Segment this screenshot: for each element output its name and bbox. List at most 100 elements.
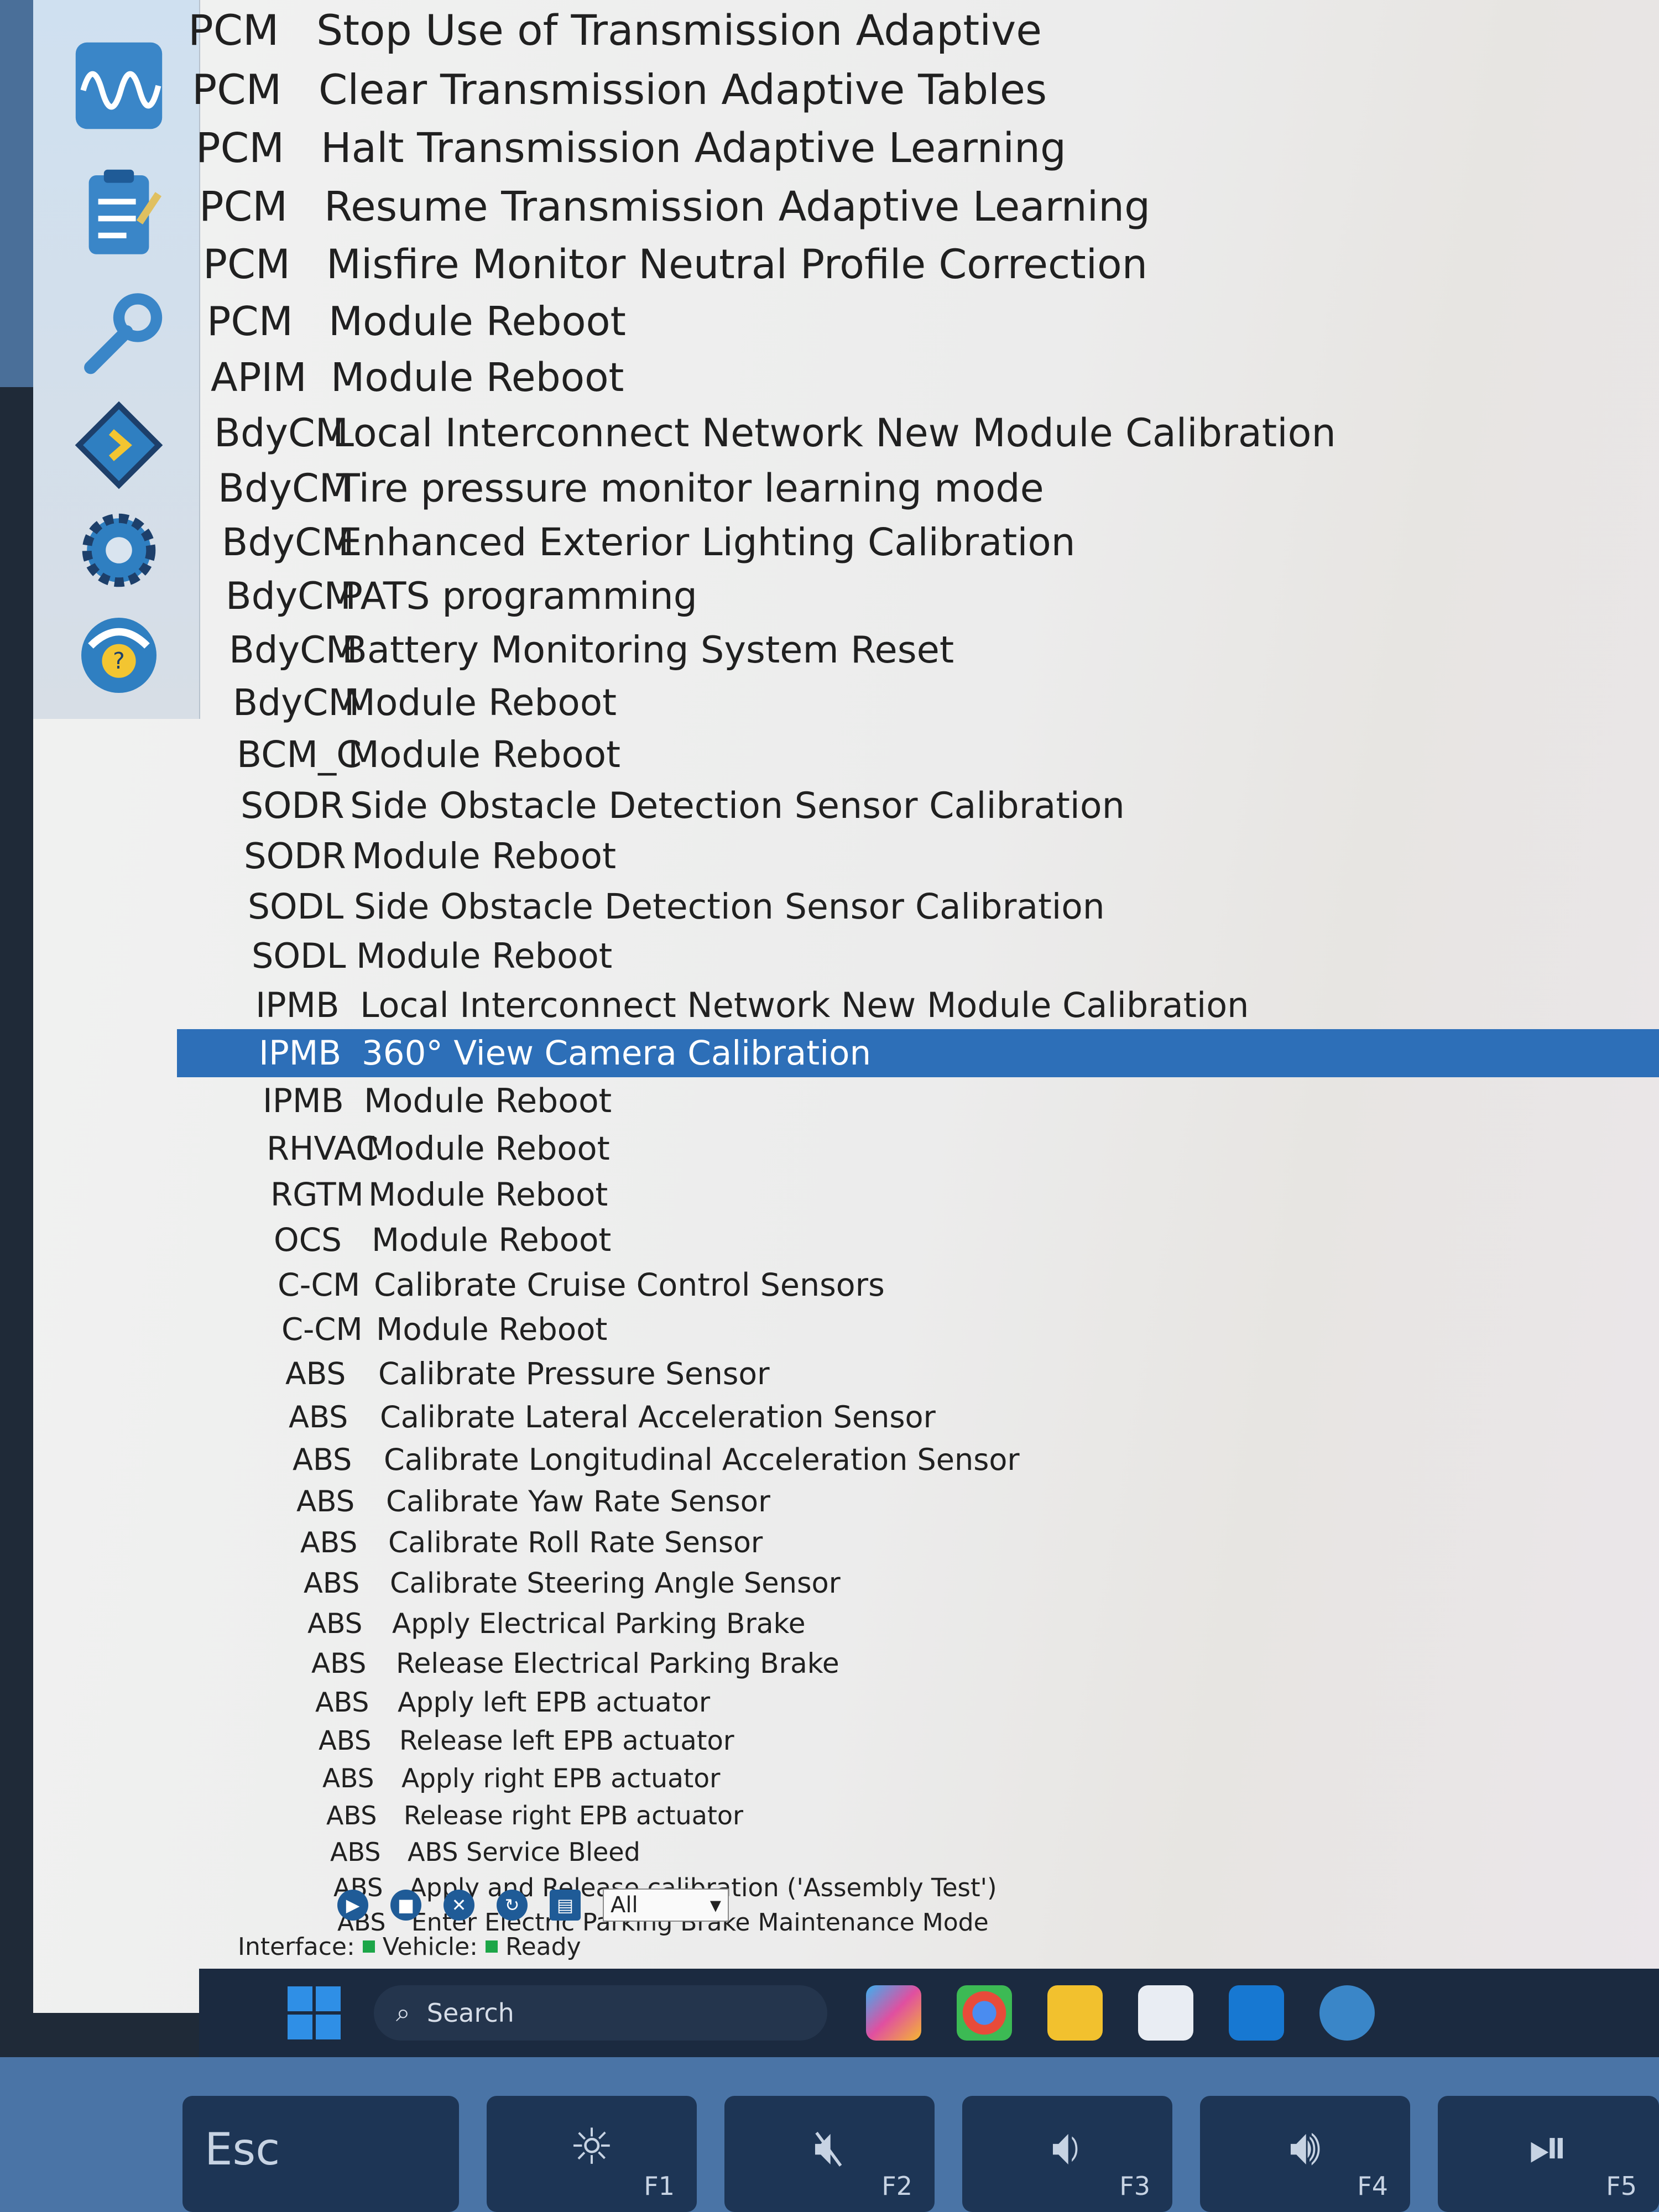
list-item[interactable]: ABS Calibrate Lateral Acceleration Sensor [177,1395,1659,1438]
list-item[interactable]: ABS Apply right EPB actuator [177,1760,1659,1797]
save-icon[interactable]: ▤ [550,1890,581,1921]
list-item[interactable]: PCM Module Reboot [177,293,1659,349]
list-item[interactable]: ABS Calibrate Roll Rate Sensor [177,1522,1659,1563]
f5-key[interactable]: ⏯︎ F5 [1438,2096,1659,2212]
list-item[interactable]: ABS Calibrate Longitudinal Acceleration S… [177,1438,1659,1481]
module-code: ABS [285,1355,346,1391]
module-code: RHVAC [267,1129,379,1167]
f4-key[interactable]: 🔊︎ F4 [1200,2096,1410,2212]
list-item[interactable]: C-CM Module Reboot [177,1307,1659,1352]
wrench-icon[interactable] [66,288,171,382]
outlook-icon[interactable] [1229,1985,1284,2041]
module-code: APIM [211,354,307,400]
procedure-name: Module Reboot [364,1082,612,1120]
list-item[interactable]: PCM Stop Use of Transmission Adaptive [177,0,1659,60]
procedure-name: Enhanced Exterior Lighting Calibration [338,520,1076,565]
list-item[interactable]: RHVAC Module Reboot [177,1125,1659,1171]
list-item[interactable]: SODR Side Obstacle Detection Sensor Calib… [177,780,1659,831]
list-item[interactable]: ABS Release Electrical Parking Brake [177,1644,1659,1683]
list-item[interactable]: BdyCM Tire pressure monitor learning mode [177,461,1659,515]
list-item[interactable]: BCM_C Module Reboot [177,729,1659,780]
chrome-icon[interactable] [957,1985,1012,2041]
snipping-tool-icon[interactable] [1138,1985,1193,2041]
list-item[interactable]: PCM Resume Transmission Adaptive Learning [177,178,1659,236]
procedure-name: Apply right EPB actuator [401,1763,721,1794]
procedure-name: Clear Transmission Adaptive Tables [319,65,1047,114]
list-item[interactable]: IPMB 360° View Camera Calibration [177,1029,1659,1077]
list-item[interactable]: IPMB Local Interconnect Network New Modul… [177,980,1659,1029]
checklist-icon[interactable] [66,166,171,260]
run-icon[interactable]: ▶ [337,1890,368,1921]
list-item[interactable]: PCM Clear Transmission Adaptive Tables [177,60,1659,119]
interface-label: Interface: [238,1932,355,1961]
list-item[interactable]: APIM Module Reboot [177,349,1659,405]
application-window: ? PCM Stop Use of Transmission Adaptive PC… [33,0,1659,2013]
module-code: OCS [274,1221,342,1259]
module-code: SODL [248,886,344,927]
list-item[interactable]: ABS Calibrate Yaw Rate Sensor [177,1481,1659,1522]
f3-key[interactable]: 🔉︎ F3 [962,2096,1172,2212]
list-item[interactable]: ABS Release left EPB actuator [177,1721,1659,1760]
mute-icon: 🔇︎ [813,2118,846,2176]
stop-icon[interactable]: ■ [390,1890,421,1921]
f1-key[interactable]: ☼ F1 [487,2096,697,2212]
list-item[interactable]: BdyCM Battery Monitoring System Reset [177,623,1659,676]
list-item[interactable]: RGTM Module Reboot [177,1171,1659,1217]
list-item[interactable]: PCM Halt Transmission Adaptive Learning [177,119,1659,178]
start-button[interactable] [288,1986,341,2039]
chevron-down-icon: ▾ [709,1892,721,1918]
filter-select[interactable]: All ▾ [603,1888,729,1922]
list-item[interactable]: SODL Side Obstacle Detection Sensor Calib… [177,881,1659,931]
list-item[interactable]: ABS Calibrate Steering Angle Sensor [177,1563,1659,1604]
procedure-name: Tire pressure monitor learning mode [336,465,1044,511]
copilot-icon[interactable] [866,1985,921,2041]
refresh-icon[interactable]: ↻ [497,1890,528,1921]
module-code: ABS [300,1526,358,1559]
list-item[interactable]: SODR Module Reboot [177,831,1659,881]
list-item[interactable]: BdyCM PATS programming [177,570,1659,623]
list-item[interactable]: BdyCM Module Reboot [177,676,1659,729]
diagnostic-app-icon[interactable] [1319,1985,1375,2041]
module-code: BdyCM [229,628,358,671]
vehicle-label: Vehicle: [382,1932,478,1961]
procedure-name: Side Obstacle Detection Sensor Calibrati… [350,785,1125,827]
taskbar-search[interactable]: ⌕ Search [374,1985,827,2041]
procedure-name: Module Reboot [372,1221,612,1259]
list-item[interactable]: SODL Module Reboot [177,931,1659,980]
procedure-name: Calibrate Roll Rate Sensor [388,1526,763,1559]
list-item[interactable]: ABS ABS Service Bleed [177,1834,1659,1870]
module-code: ABS [315,1686,369,1718]
procedure-name: Module Reboot [352,836,617,877]
waveform-icon[interactable] [66,39,171,133]
list-item[interactable]: BdyCM Local Interconnect Network New Modu… [177,405,1659,461]
f2-key[interactable]: 🔇︎ F2 [724,2096,935,2212]
list-item[interactable]: ABS Apply Electrical Parking Brake [177,1604,1659,1644]
module-code: C-CM [278,1266,361,1303]
clear-icon[interactable]: ✕ [444,1890,474,1921]
list-item[interactable]: ABS Apply left EPB actuator [177,1683,1659,1721]
list-item[interactable]: IPMB Module Reboot [177,1077,1659,1125]
module-code: BdyCM [214,410,349,456]
list-item[interactable]: C-CM Calibrate Cruise Control Sensors [177,1262,1659,1307]
module-chip-icon[interactable] [66,398,171,492]
gear-icon[interactable] [66,503,171,597]
list-item[interactable]: ABS Release right EPB actuator [177,1797,1659,1834]
list-item[interactable]: ABS Calibrate Pressure Sensor [177,1352,1659,1395]
module-code: ABS [289,1399,348,1434]
list-item[interactable]: OCS Module Reboot [177,1217,1659,1262]
module-code: ABS [326,1801,377,1830]
module-code: ABS [330,1837,381,1867]
module-code: PCM [196,124,285,172]
help-icon[interactable]: ? [66,608,171,702]
list-item[interactable]: BdyCM Enhanced Exterior Lighting Calibrat… [177,515,1659,570]
esc-key[interactable]: Esc [182,2096,459,2212]
search-icon: ⌕ [396,1997,410,2027]
procedure-name: Local Interconnect Network New Module Ca… [360,984,1249,1025]
list-item[interactable]: PCM Misfire Monitor Neutral Profile Corre… [177,236,1659,293]
file-explorer-icon[interactable] [1047,1985,1103,2041]
procedure-name: Release right EPB actuator [404,1801,743,1830]
interface-indicator [362,1940,375,1953]
windows-taskbar: ⌕ Search [199,1969,1659,2057]
module-code: IPMB [255,984,340,1025]
module-code: BdyCM [233,681,360,724]
